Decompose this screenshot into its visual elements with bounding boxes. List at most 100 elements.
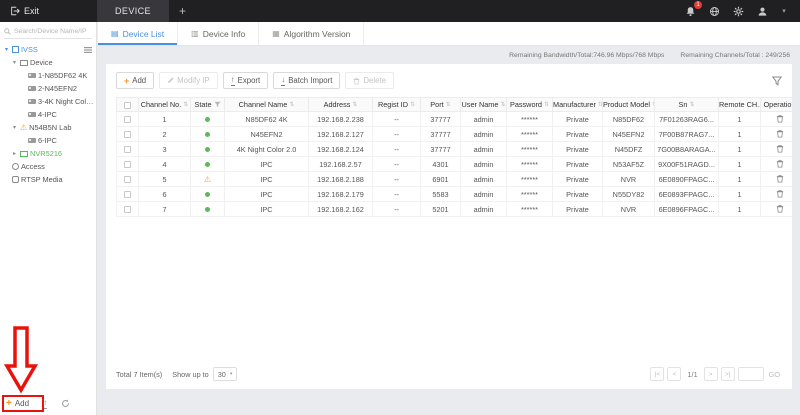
tree-item-n54b5n-lab[interactable]: ▾ ⚠ N54B5N Lab — [0, 121, 96, 134]
chevron-down-icon[interactable]: ▾ — [11, 59, 18, 66]
cell-operation — [760, 156, 792, 172]
row-checkbox[interactable] — [124, 146, 131, 154]
column-header-operation[interactable]: Operation — [760, 97, 792, 112]
column-header-manufacturer[interactable]: Manufacturer⇅ — [552, 97, 603, 112]
online-dot-icon — [205, 206, 210, 212]
cell-password: ****** — [506, 156, 553, 172]
chevron-down-icon[interactable]: ▾ — [780, 5, 788, 18]
delete-row-button[interactable] — [776, 204, 784, 213]
chevron-down-icon[interactable]: ▾ — [11, 124, 18, 131]
delete-button[interactable]: Delete — [345, 72, 394, 89]
tree-item-1-n85df62-4k[interactable]: 1-N85DF62 4K — [0, 69, 96, 82]
user-icon[interactable] — [756, 5, 769, 18]
tab-device-list[interactable]: ▤ Device List — [98, 22, 179, 45]
modify-ip-button[interactable]: Modify IP — [159, 72, 218, 89]
page-jump-input[interactable] — [737, 367, 764, 381]
tab-device[interactable]: DEVICE — [97, 0, 169, 22]
tree-item-6-ipc[interactable]: 6-IPC — [0, 134, 96, 147]
page-size-select[interactable]: 30 ▾ — [212, 367, 238, 381]
tree-item-nvr5216[interactable]: ▸ NVR5216 — [0, 147, 96, 160]
column-header-sn[interactable]: Sn ⇅ — [654, 97, 719, 112]
header-checkbox[interactable] — [124, 101, 131, 109]
delete-row-button[interactable] — [776, 114, 784, 123]
column-header-address[interactable]: Address ⇅ — [308, 97, 373, 112]
tree-item-3-4k-night-color-2-0[interactable]: 3-4K Night Color 2.0 — [0, 95, 96, 108]
batch-import-label: Batch Import — [288, 76, 333, 85]
batch-import-button[interactable]: ↓ Batch Import — [273, 72, 341, 89]
row-checkbox[interactable] — [124, 191, 131, 199]
column-header-channel-no[interactable]: Channel No. ⇅ — [138, 97, 191, 112]
import-export-icon[interactable]: ↑ — [43, 398, 48, 409]
tab-algorithm-version[interactable]: ▦ Algorithm Version — [259, 22, 365, 45]
column-header-channel-name[interactable]: Channel Name ⇅ — [224, 97, 309, 112]
tab-device-info[interactable]: ▥ Device Info — [178, 22, 260, 45]
go-button[interactable]: GO — [767, 370, 782, 379]
tree-item-2-n45efn2[interactable]: 2-N45EFN2 — [0, 82, 96, 95]
org-list-icon[interactable] — [84, 46, 96, 54]
sort-icon[interactable]: ⇅ — [689, 101, 694, 108]
search-input[interactable] — [14, 28, 88, 35]
sort-icon[interactable]: ⇅ — [352, 101, 357, 108]
sort-icon[interactable]: ⇅ — [410, 101, 415, 108]
column-header-state[interactable]: State — [190, 97, 225, 112]
new-tab-button[interactable]: + — [169, 4, 196, 18]
delete-row-button[interactable] — [776, 189, 784, 198]
cell-channel-name: N85DF62 4K — [224, 111, 309, 127]
cell-channel-name: 4K Night Color 2.0 — [224, 141, 309, 157]
cell-operation — [760, 201, 792, 217]
filter-icon[interactable] — [213, 101, 221, 108]
add-button[interactable]: + Add — [116, 72, 155, 89]
next-page-button[interactable]: > — [703, 367, 718, 381]
first-page-button[interactable]: |< — [650, 367, 665, 381]
cell-manufacturer: Private — [552, 186, 603, 202]
add-device-button[interactable]: + Add — [6, 398, 29, 409]
export-icon: ↑ — [230, 74, 235, 86]
filter-columns-icon[interactable] — [772, 76, 782, 86]
sort-icon[interactable]: ⇅ — [446, 101, 451, 108]
last-page-button[interactable]: >| — [720, 367, 735, 381]
tree-item-4-ipc[interactable]: 4-IPC — [0, 108, 96, 121]
device-table: Channel No. ⇅ State Channel Name ⇅ Address ⇅ Re… — [116, 97, 792, 217]
tree-item-rtsp-media[interactable]: RTSP Media — [0, 173, 96, 186]
tree-item-access[interactable]: Access — [0, 160, 96, 173]
settings-icon[interactable] — [732, 5, 745, 18]
cell-password: ****** — [506, 186, 553, 202]
row-checkbox[interactable] — [124, 116, 131, 124]
column-header-password[interactable]: Password ⇅ — [506, 97, 553, 112]
export-button[interactable]: ↑ Export — [222, 72, 269, 89]
row-checkbox[interactable] — [124, 161, 131, 169]
column-header-regist-id[interactable]: Regist ID ⇅ — [372, 97, 421, 112]
cell-select — [116, 201, 139, 217]
sort-icon[interactable]: ⇅ — [598, 101, 602, 108]
column-header-port[interactable]: Port ⇅ — [420, 97, 461, 112]
column-header-product-model[interactable]: Product Model⇅ — [602, 97, 655, 112]
delete-row-button[interactable] — [776, 159, 784, 168]
chevron-right-icon[interactable]: ▸ — [11, 150, 18, 157]
delete-row-button[interactable] — [776, 129, 784, 138]
page-indicator: 1/1 — [687, 369, 698, 379]
column-header-select[interactable] — [116, 97, 139, 112]
tree-item-ivss[interactable]: ▾ IVSS — [0, 43, 96, 56]
row-checkbox[interactable] — [124, 131, 131, 139]
column-header-remote-ch[interactable]: Remote CH...⇅ — [718, 97, 761, 112]
row-checkbox[interactable] — [124, 176, 131, 184]
sort-icon[interactable]: ⇅ — [500, 101, 505, 108]
tree-item-label: Device — [30, 58, 53, 67]
tree-item-device[interactable]: ▾ Device — [0, 56, 96, 69]
refresh-icon[interactable] — [61, 399, 70, 408]
delete-row-button[interactable] — [776, 144, 784, 153]
exit-button[interactable]: Exit — [0, 0, 49, 22]
delete-row-button[interactable] — [776, 174, 784, 183]
sort-icon[interactable]: ⇅ — [183, 101, 188, 108]
sort-icon[interactable]: ⇅ — [289, 101, 294, 108]
cell-regist-id: -- — [372, 126, 421, 142]
column-header-user-name[interactable]: User Name ⇅ — [460, 97, 507, 112]
tab-label: Device Info — [202, 28, 246, 39]
alarm-icon[interactable]: 1 — [684, 0, 702, 18]
chevron-down-icon[interactable]: ▾ — [3, 46, 10, 53]
sort-icon[interactable]: ⇅ — [544, 101, 549, 108]
prev-page-button[interactable]: < — [667, 367, 682, 381]
globe-icon[interactable] — [708, 5, 721, 18]
row-checkbox[interactable] — [124, 206, 131, 214]
cell-channel-no: 7 — [138, 201, 191, 217]
